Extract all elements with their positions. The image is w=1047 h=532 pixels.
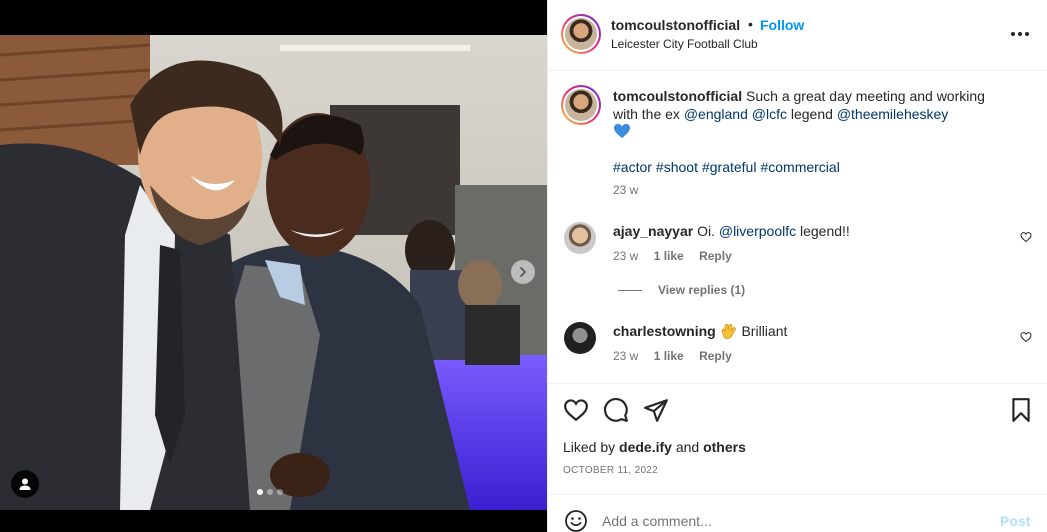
comment-username[interactable]: charlestowning bbox=[613, 323, 716, 339]
blue-heart-icon bbox=[614, 123, 630, 139]
caption-hashtags: #actor #shoot #grateful #commercial bbox=[613, 159, 844, 175]
caption-username[interactable]: tomcoulstonofficial bbox=[613, 88, 742, 104]
view-replies-label: View replies (1) bbox=[658, 283, 746, 297]
mention-england[interactable]: @england bbox=[684, 106, 748, 122]
comment-body-end: legend!! bbox=[800, 223, 850, 239]
separator-dot: • bbox=[748, 16, 753, 32]
more-dot bbox=[1025, 32, 1029, 36]
mention-liverpoolfc[interactable]: @liverpoolfc bbox=[719, 223, 796, 239]
hashtag-link[interactable]: #actor bbox=[613, 159, 652, 175]
comment-text: ajay_nayyar Oi. @liverpoolfc legend!! bbox=[613, 223, 850, 239]
hashtag-link[interactable]: #commercial bbox=[760, 159, 839, 175]
comment-avatar[interactable] bbox=[564, 222, 596, 254]
comment-bubble-icon[interactable] bbox=[603, 397, 629, 423]
comment-text: charlestowning Brilliant bbox=[613, 323, 787, 339]
caption-body-legend: legend bbox=[790, 106, 833, 122]
comment-meta: 23 w 1 like Reply bbox=[613, 349, 744, 363]
post-date[interactable]: OCTOBER 11, 2022 bbox=[563, 465, 658, 476]
carousel-indicator bbox=[257, 489, 283, 495]
like-heart-icon[interactable] bbox=[563, 397, 589, 423]
comment-body: Brilliant bbox=[741, 323, 788, 339]
comment-like-heart-icon[interactable] bbox=[1020, 231, 1032, 243]
follow-button[interactable]: Follow bbox=[760, 17, 804, 33]
comment-likes[interactable]: 1 like bbox=[654, 249, 684, 263]
user-icon bbox=[19, 478, 31, 490]
view-replies-line bbox=[618, 289, 642, 291]
post-photo-illustration bbox=[0, 35, 547, 510]
tagged-people-button[interactable] bbox=[11, 470, 39, 498]
comment-username[interactable]: ajay_nayyar bbox=[613, 223, 693, 239]
more-dot bbox=[1011, 32, 1015, 36]
comment-time[interactable]: 23 w bbox=[613, 349, 638, 363]
carousel-dot-active bbox=[257, 489, 263, 495]
mention-lcfc[interactable]: @lcfc bbox=[752, 106, 787, 122]
post-actions: Liked by dede.ify and others OCTOBER 11,… bbox=[548, 383, 1047, 495]
hashtag-link[interactable]: #shoot bbox=[656, 159, 698, 175]
save-bookmark-icon[interactable] bbox=[1008, 397, 1034, 423]
carousel-next-button[interactable] bbox=[511, 260, 535, 284]
post-header: tomcoulstonofficial • Follow Leicester C… bbox=[548, 0, 1047, 71]
reply-button[interactable]: Reply bbox=[699, 349, 732, 363]
more-options-button[interactable] bbox=[1008, 24, 1032, 44]
more-dot bbox=[1018, 32, 1022, 36]
comment-likes[interactable]: 1 like bbox=[654, 349, 684, 363]
liked-by-summary: Liked by dede.ify and others bbox=[563, 439, 746, 455]
post-details-panel: tomcoulstonofficial • Follow Leicester C… bbox=[547, 0, 1047, 532]
view-replies-button[interactable]: View replies (1) bbox=[618, 283, 745, 297]
comment-body: Oi. bbox=[697, 223, 715, 239]
clapping-hands-icon bbox=[721, 323, 736, 339]
mention-theemileheskey[interactable]: @theemileheskey bbox=[837, 106, 949, 122]
liked-by-user[interactable]: dede.ify bbox=[619, 439, 672, 455]
liked-by-others[interactable]: others bbox=[703, 439, 746, 455]
liked-by-and: and bbox=[675, 439, 700, 455]
comment-like-heart-icon[interactable] bbox=[1020, 331, 1032, 343]
caption-time[interactable]: 23 w bbox=[613, 183, 638, 197]
author-avatar[interactable] bbox=[561, 14, 601, 54]
caption-avatar[interactable] bbox=[561, 85, 601, 125]
comments-section[interactable]: tomcoulstonofficial Such a great day mee… bbox=[548, 71, 1047, 383]
comment-meta: 23 w 1 like Reply bbox=[613, 249, 744, 263]
emoji-icon[interactable] bbox=[564, 509, 588, 532]
share-send-icon[interactable] bbox=[643, 397, 669, 423]
carousel-dot bbox=[267, 489, 273, 495]
liked-by-prefix: Liked by bbox=[563, 439, 616, 455]
add-comment-input[interactable] bbox=[602, 511, 982, 531]
carousel-dot bbox=[277, 489, 283, 495]
chevron-right-icon bbox=[520, 267, 526, 277]
post-comment-button[interactable]: Post bbox=[1000, 513, 1030, 529]
comment-avatar[interactable] bbox=[564, 322, 596, 354]
add-comment-bar: Post bbox=[548, 494, 1047, 532]
caption-text: tomcoulstonofficial Such a great day mee… bbox=[613, 87, 1013, 141]
comment-time[interactable]: 23 w bbox=[613, 249, 638, 263]
hashtag-link[interactable]: #grateful bbox=[702, 159, 756, 175]
author-username[interactable]: tomcoulstonofficial bbox=[611, 17, 740, 33]
post-photo[interactable] bbox=[0, 35, 547, 510]
caption-meta: 23 w bbox=[613, 183, 650, 197]
reply-button[interactable]: Reply bbox=[699, 249, 732, 263]
post-media bbox=[0, 0, 547, 532]
post-location[interactable]: Leicester City Football Club bbox=[611, 37, 758, 51]
